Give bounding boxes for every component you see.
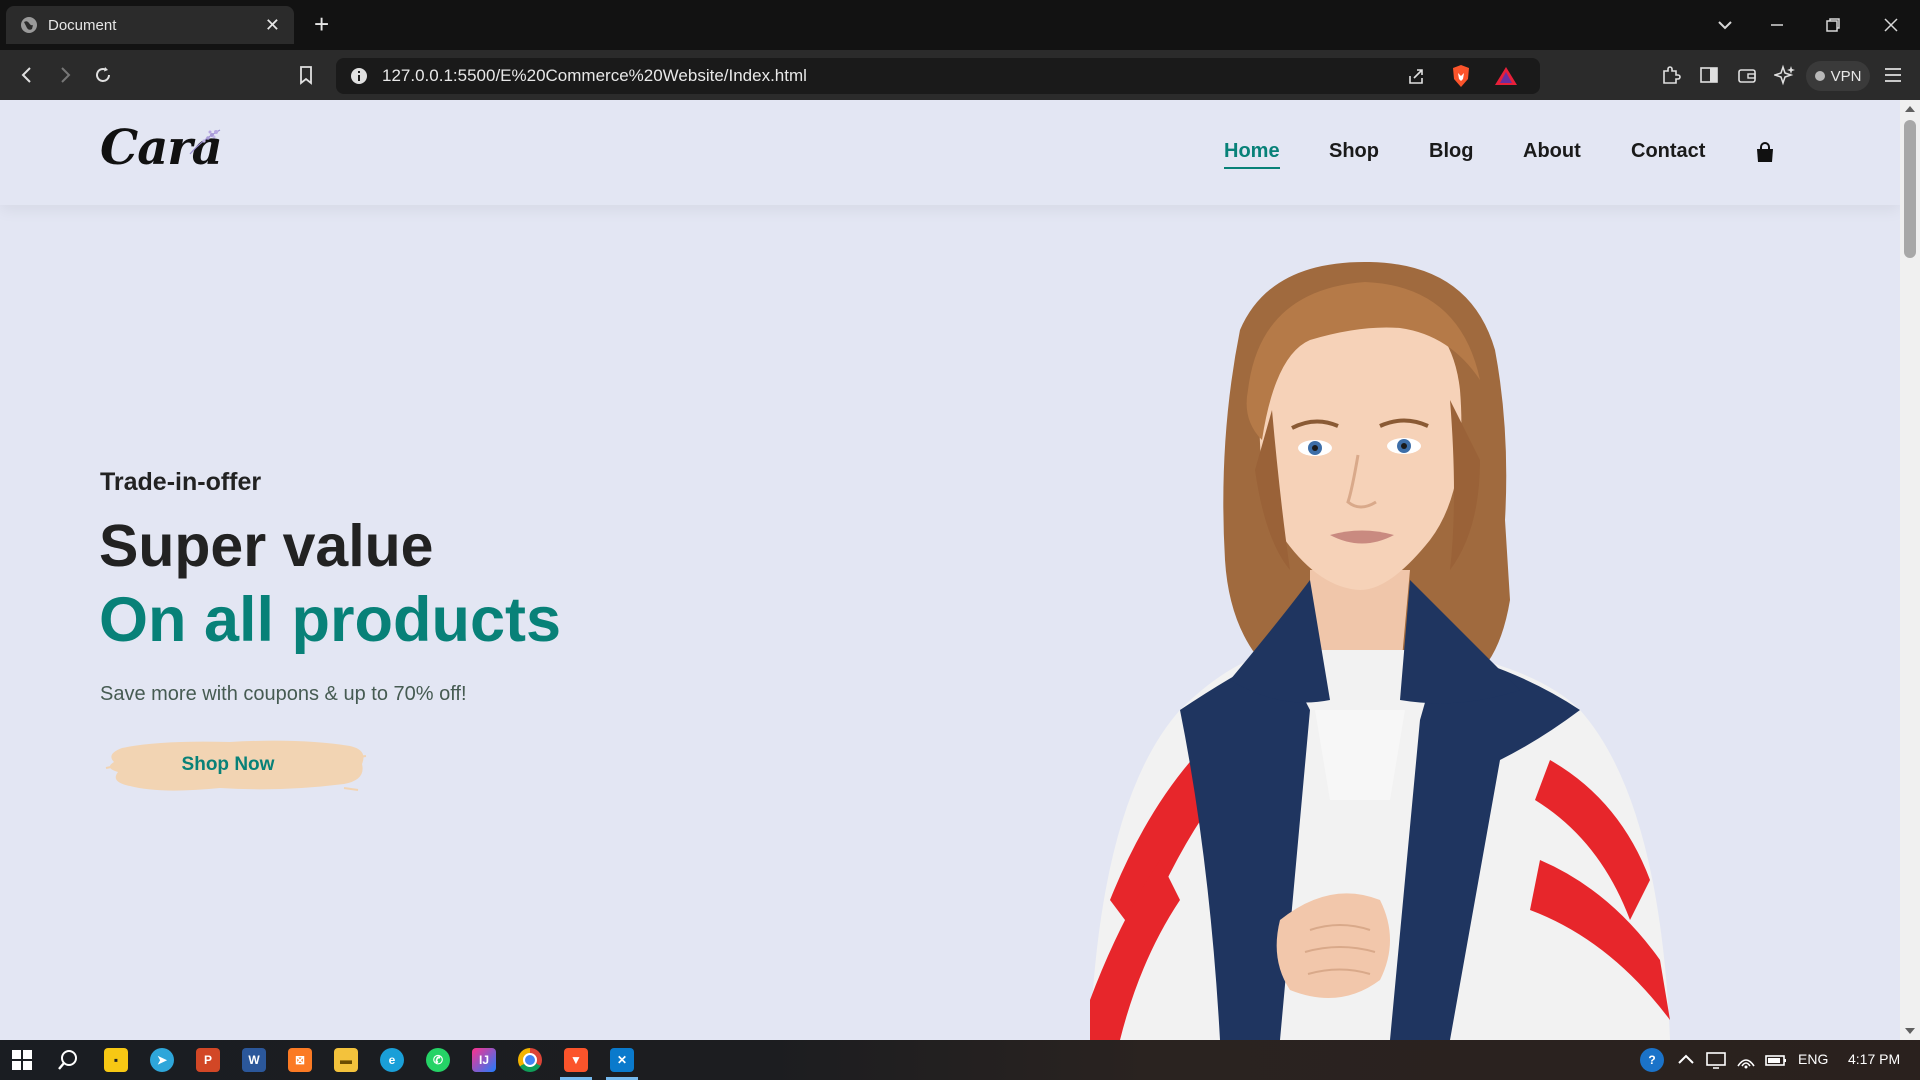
nav-contact[interactable]: Contact (1631, 140, 1705, 163)
whatsapp-icon[interactable]: ✆ (426, 1048, 450, 1072)
browser-titlebar: Document ✕ + (0, 0, 1920, 50)
extensions-button[interactable] (1658, 62, 1684, 88)
powerpoint-icon[interactable]: P (196, 1048, 220, 1072)
scroll-up-arrow-icon[interactable] (1905, 106, 1915, 112)
intellij-icon[interactable]: IJ (472, 1048, 496, 1072)
reload-button[interactable] (90, 62, 116, 88)
shopping-bag-icon[interactable] (1754, 142, 1776, 164)
nav-shop[interactable]: Shop (1329, 140, 1379, 163)
forward-arrow-icon (61, 67, 71, 83)
close-window-icon[interactable] (1882, 16, 1900, 34)
site-info-icon[interactable] (350, 67, 368, 85)
wallet-icon (1738, 69, 1756, 83)
vpn-status-dot-icon (1814, 71, 1825, 81)
scrollbar-thumb[interactable] (1904, 120, 1916, 258)
xampp-icon[interactable]: ⊠ (288, 1048, 312, 1072)
nav-home[interactable]: Home (1224, 140, 1280, 169)
tray-chevron-up-icon[interactable] (1674, 1048, 1698, 1072)
vpn-button[interactable]: VPN (1806, 61, 1870, 91)
share-icon[interactable] (1406, 66, 1426, 86)
sidebar-icon (1700, 67, 1718, 83)
hero-offer-label: Trade-in-offer (100, 468, 262, 496)
file-explorer-icon[interactable]: ▬ (334, 1048, 358, 1072)
wallet-button[interactable] (1734, 62, 1760, 88)
help-icon[interactable]: ? (1640, 1048, 1664, 1072)
puzzle-icon (1663, 66, 1681, 84)
brave-shields-icon[interactable] (1450, 64, 1472, 88)
vpn-label: VPN (1830, 67, 1862, 85)
new-tab-button[interactable]: + (314, 10, 329, 38)
bookmark-button[interactable] (293, 62, 319, 88)
shop-now-button[interactable]: Shop Now (100, 728, 368, 802)
site-logo[interactable]: Cara (100, 120, 223, 176)
site-header: Cara Home Shop Blog About Contact (0, 100, 1900, 205)
url-text[interactable]: 127.0.0.1:5500/E%20Commerce%20Website/In… (382, 66, 807, 86)
nav-blog[interactable]: Blog (1429, 140, 1473, 163)
leo-ai-button[interactable] (1772, 62, 1798, 88)
restore-icon[interactable] (1824, 16, 1842, 34)
language-indicator[interactable]: ENG (1798, 1051, 1828, 1067)
search-icon[interactable] (56, 1048, 80, 1072)
display-icon[interactable] (1704, 1048, 1728, 1072)
page-viewport: Cara Home Shop Blog About Contact Trade-… (0, 100, 1900, 1040)
globe-icon (21, 17, 37, 33)
brave-rewards-icon[interactable] (1494, 66, 1518, 86)
reload-icon (96, 67, 110, 82)
bookmark-icon (300, 66, 312, 85)
lavender-sprig-icon (189, 129, 221, 155)
chrome-icon[interactable] (518, 1048, 542, 1072)
telegram-icon[interactable]: ➤ (150, 1048, 174, 1072)
hero-headline-accent: On all products (99, 585, 562, 655)
sidebar-button[interactable] (1696, 62, 1722, 88)
hero-model-image (1090, 261, 1670, 1040)
wifi-icon[interactable] (1734, 1048, 1758, 1072)
tab-title: Document (48, 16, 117, 34)
edge-icon[interactable]: e (380, 1048, 404, 1072)
nav-about[interactable]: About (1523, 140, 1581, 163)
hero-subtext: Save more with coupons & up to 70% off! (100, 683, 467, 705)
vscode-icon[interactable]: ✕ (606, 1048, 638, 1080)
minimize-icon[interactable] (1768, 16, 1786, 34)
tab-search-chevron-icon[interactable] (1716, 16, 1734, 34)
close-tab-icon[interactable]: ✕ (265, 15, 280, 36)
sticky-notes-icon[interactable]: ▪ (104, 1048, 128, 1072)
hero-headline: Super value (99, 513, 434, 579)
windows-start-icon[interactable] (10, 1048, 34, 1072)
scroll-down-arrow-icon[interactable] (1905, 1028, 1915, 1034)
back-arrow-icon (21, 67, 31, 83)
hamburger-menu-icon (1885, 68, 1901, 82)
brave-browser-icon[interactable]: ▼ (560, 1048, 592, 1080)
battery-icon[interactable] (1764, 1048, 1788, 1072)
sparkle-icon (1774, 64, 1795, 86)
address-bar[interactable]: 127.0.0.1:5500/E%20Commerce%20Website/In… (336, 58, 1540, 94)
word-icon[interactable]: W (242, 1048, 266, 1072)
back-button[interactable] (14, 62, 40, 88)
shop-now-label: Shop Now (181, 754, 275, 775)
clock[interactable]: 4:17 PM (1848, 1051, 1900, 1067)
browser-tab[interactable]: Document ✕ (6, 6, 294, 44)
page-scrollbar[interactable] (1900, 100, 1920, 1040)
forward-button[interactable] (52, 62, 78, 88)
menu-button[interactable] (1880, 62, 1906, 88)
windows-taskbar: ▪ ➤ P W ⊠ ▬ e ✆ IJ ▼ ✕ ? ENG 4:17 PM (0, 1040, 1920, 1080)
